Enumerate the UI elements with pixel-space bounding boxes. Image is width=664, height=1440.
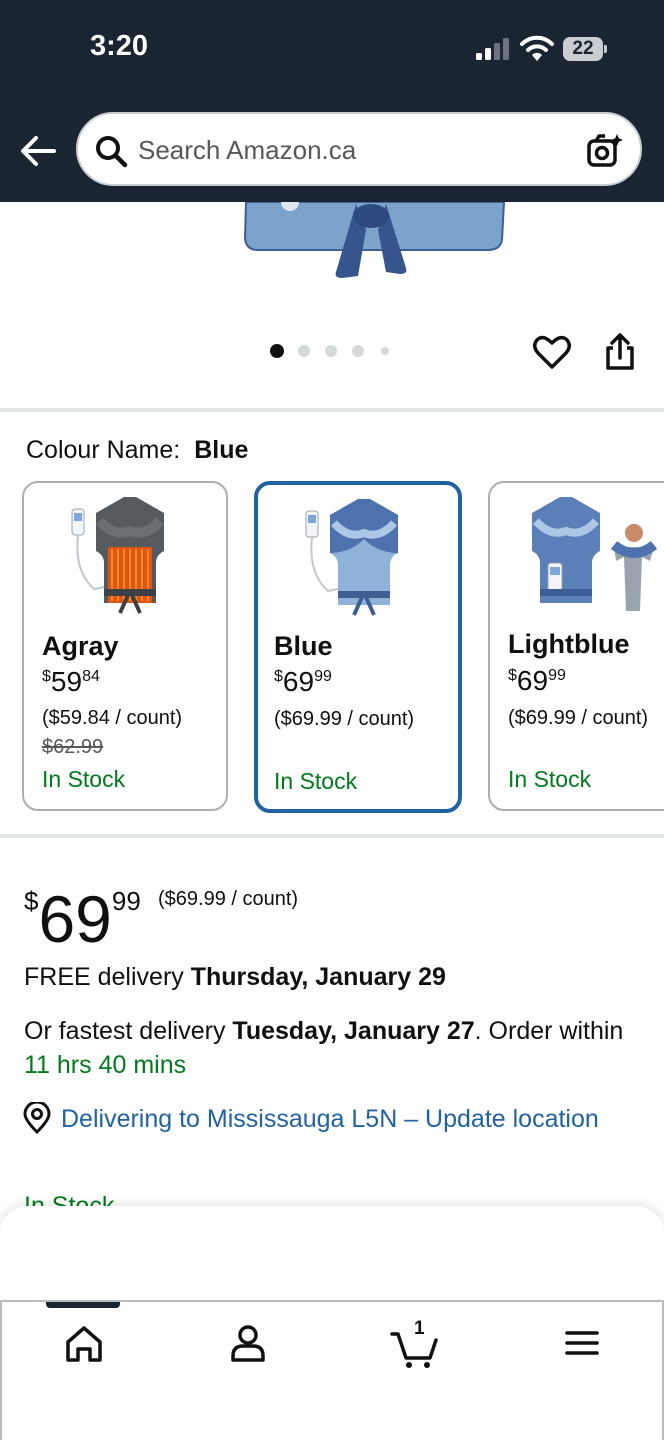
fastest-delivery-text: Or fastest delivery Tuesday, January 27.… [24,1017,624,1079]
colour-option-agray[interactable]: Agray $5984 ($59.84 / count) $62.99 In S… [22,481,228,811]
search-bar[interactable] [76,112,642,186]
search-input[interactable] [138,128,568,172]
status-time: 3:20 [90,30,149,62]
colour-option-price: $6999 [274,666,332,697]
home-tab-icon[interactable] [54,1318,114,1370]
account-tab-icon[interactable] [218,1318,278,1370]
colour-option-price: $5984 [42,666,100,697]
cart-tab[interactable]: 1 [386,1318,446,1370]
colour-option-list-price: $62.99 [42,736,104,758]
colour-option-unit-price: ($59.84 / count) [42,707,183,729]
cellular-signal-icon [476,38,510,60]
wishlist-heart-icon[interactable] [532,332,572,372]
blue-thumbnail [305,499,398,616]
share-icon[interactable] [600,332,640,372]
colour-option-price: $6999 [508,665,566,696]
colour-option-name: Lightblue [508,629,630,659]
colour-option-blue[interactable]: Blue $6999 ($69.99 / count) In Stock [254,481,462,813]
location-pin-icon [23,1102,51,1134]
selected-colour: Blue [194,436,249,464]
carousel-dot[interactable] [325,345,337,357]
colour-option-stock: In Stock [508,766,592,792]
battery-level: 22 [563,37,603,61]
active-tab-indicator [46,1302,120,1308]
colour-option-unit-price: ($69.99 / count) [274,708,415,730]
colour-option-name: Agray [42,631,119,661]
product-unit-price: ($69.99 / count) [158,888,299,910]
battery-icon: 22 [563,37,607,61]
search-icon [96,136,128,168]
colour-option-stock: In Stock [42,766,126,792]
carousel-dot-active[interactable] [270,344,284,358]
back-arrow-icon[interactable] [18,132,58,170]
product-price: $6999 [24,882,141,956]
carousel-dot[interactable] [298,345,310,357]
camera-search-icon[interactable] [586,132,624,170]
colour-name-label: Colour Name: Blue [26,436,249,464]
carousel-dot[interactable] [381,347,389,355]
section-divider [0,834,664,838]
agray-thumbnail [71,497,164,614]
free-delivery-text: FREE delivery Thursday, January 29 [24,963,446,991]
colour-option-lightblue[interactable]: Lightblue $6999 ($69.99 / count) In Stoc… [488,481,664,811]
delivery-countdown: 11 hrs 40 mins [24,1051,187,1079]
section-divider [0,408,664,412]
top-header: 3:20 22 [0,0,664,202]
product-image[interactable] [238,202,510,282]
cart-count: 1 [414,1318,425,1339]
carousel-dot[interactable] [352,345,364,357]
delivery-location-link[interactable]: Delivering to Mississauga L5N – Update l… [61,1102,621,1136]
lightblue-thumbnail [532,497,658,611]
colour-option-unit-price: ($69.99 / count) [508,707,649,729]
colour-option-stock: In Stock [274,768,358,794]
wifi-icon [520,35,554,61]
colour-option-name: Blue [274,631,333,661]
menu-tab-icon[interactable] [551,1318,611,1370]
